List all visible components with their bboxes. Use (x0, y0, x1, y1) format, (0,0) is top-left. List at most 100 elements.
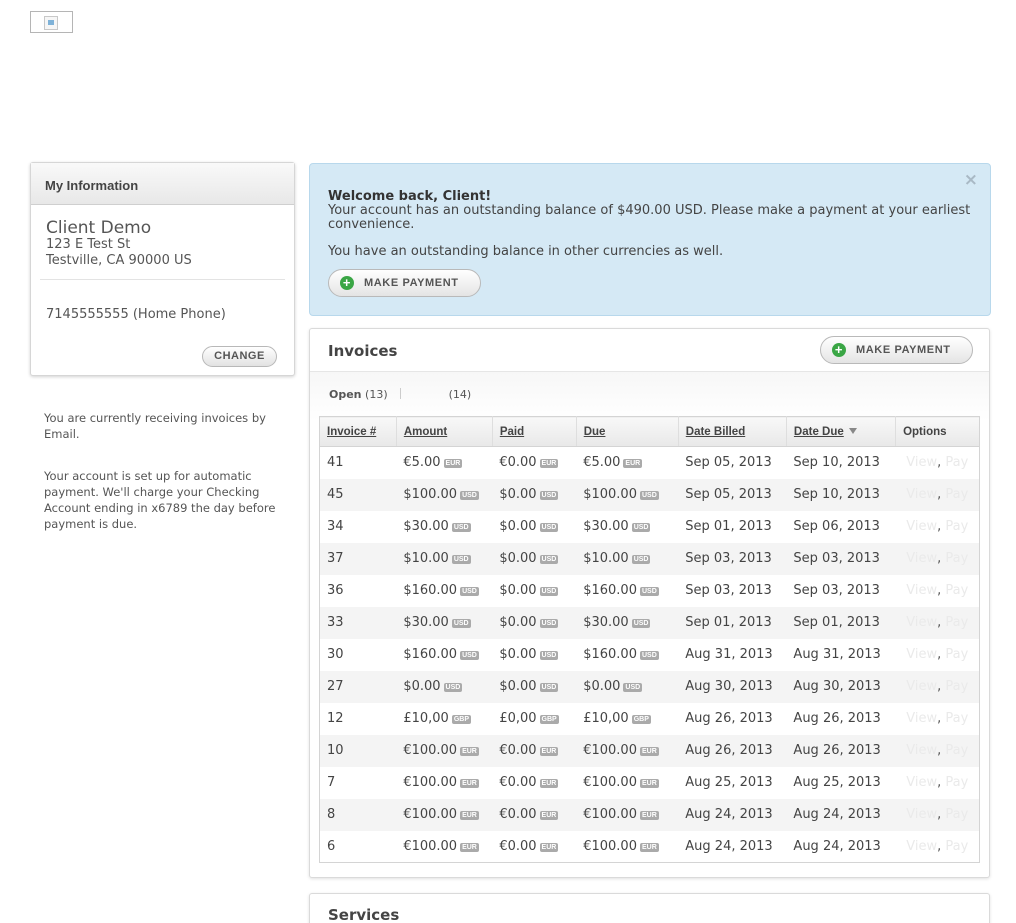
currency-badge: USD (539, 555, 559, 564)
view-link[interactable]: View (906, 615, 937, 630)
pay-link[interactable]: Pay (945, 455, 968, 470)
change-button[interactable]: CHANGE (202, 346, 277, 367)
logo-image[interactable] (30, 11, 73, 33)
invoices-title: Invoices (328, 342, 398, 360)
invoice-paid: $0.00 USD (499, 583, 559, 598)
col-due[interactable]: Due (576, 416, 679, 447)
invoice-method-note: You are currently receiving invoices by … (44, 411, 266, 441)
invoice-due: $160.00 USD (583, 647, 659, 662)
make-payment-label: MAKE PAYMENT (856, 344, 951, 356)
pay-link[interactable]: Pay (945, 775, 968, 790)
invoice-paid: €0.00 EUR (499, 838, 559, 854)
alert-title: Welcome back, Client! (328, 189, 492, 204)
currency-badge: USD (539, 683, 559, 692)
col-invoice-number[interactable]: Invoice # (319, 416, 397, 447)
table-row[interactable]: 12 £10,00 GBP £0,00 GBP £10,00 GBP Aug 26, 2013… (320, 703, 980, 735)
invoice-due: $30.00 USD (583, 519, 651, 534)
currency-badge: EUR (639, 811, 659, 820)
col-amount[interactable]: Amount (396, 416, 493, 447)
tab-open[interactable]: Open (13) (329, 388, 388, 401)
pay-link[interactable]: Pay (945, 679, 968, 694)
pay-link[interactable]: Pay (945, 839, 968, 854)
table-row[interactable]: 6 €100.00 EUR €0.00 EUR €100.00 EUR Aug 24, 201… (320, 831, 980, 863)
view-link[interactable]: View (906, 647, 937, 662)
col-date-due[interactable]: Date Due (786, 416, 897, 447)
invoice-number: 27 (319, 670, 397, 703)
invoice-number: 36 (327, 583, 344, 598)
table-row[interactable]: 7 €100.00 EUR €0.00 EUR €100.00 EUR Aug 25, 201… (320, 767, 980, 799)
make-payment-button[interactable]: + MAKE PAYMENT (328, 269, 481, 297)
invoice-amount: $160.00 USD (403, 647, 479, 662)
tab-closed[interactable]: (14) (411, 388, 472, 401)
invoice-due: €100.00 EUR (576, 734, 679, 767)
currency-badge: EUR (623, 459, 643, 469)
table-row[interactable]: 37 $10.00 USD $0.00 USD $10.00 USD Sep 03, 2013… (319, 542, 980, 575)
pay-link[interactable]: Pay (945, 615, 968, 630)
table-row[interactable]: 33 $30.00 USD $0.00 USD $30.00 USD Sep 01, 2013… (319, 606, 980, 639)
invoice-amount: $30.00 USD (396, 606, 493, 639)
invoice-options: View, Pay (906, 838, 969, 854)
invoice-paid: $0.00 USD (499, 647, 559, 662)
view-link[interactable]: View (906, 519, 937, 534)
invoices-make-payment-button[interactable]: + MAKE PAYMENT (820, 336, 973, 364)
col-date-billed[interactable]: Date Billed (678, 416, 787, 447)
client-phone: 7145555555 (Home Phone) (46, 307, 226, 322)
currency-badge: USD (451, 619, 471, 628)
invoice-date-due: Sep 10, 2013 (793, 455, 880, 471)
pay-link[interactable]: Pay (945, 647, 968, 662)
invoice-amount: €100.00 EUR (403, 775, 479, 790)
close-icon[interactable]: × (964, 170, 978, 190)
table-row[interactable]: 30 $160.00 USD $0.00 USD $160.00 USD Aug 31, 20… (320, 639, 980, 671)
table-row[interactable]: 41 €5.00 EUR €0.00 EUR €5.00 EUR Sep 05, 2013 Se… (320, 447, 980, 479)
table-row[interactable]: 10 €100.00 EUR €0.00 EUR €100.00 EUR Aug 26, 20… (319, 734, 980, 767)
invoice-options: View, Pay (895, 734, 980, 767)
invoice-number: 10 (319, 734, 397, 767)
invoice-number: 34 (327, 519, 344, 534)
currency-badge: EUR (443, 459, 463, 469)
currency-badge: EUR (460, 811, 479, 820)
view-link[interactable]: View (906, 455, 937, 470)
address-line-2: Testville, CA 90000 US (46, 253, 192, 268)
table-row[interactable]: 34 $30.00 USD $0.00 USD $30.00 USD Sep 01, 2013… (320, 511, 980, 543)
view-link[interactable]: View (906, 711, 937, 726)
table-row[interactable]: 45 $100.00 USD $0.00 USD $100.00 USD Sep 05, 20… (319, 478, 980, 511)
view-link[interactable]: View (906, 839, 937, 854)
pay-link[interactable]: Pay (945, 487, 968, 502)
col-options: Options (895, 416, 980, 447)
currency-badge: USD (460, 651, 479, 660)
pay-link[interactable]: Pay (945, 807, 968, 822)
invoice-due: $30.00 USD (576, 606, 679, 639)
col-paid[interactable]: Paid (492, 416, 577, 447)
invoice-paid: $0.00 USD (492, 606, 577, 639)
pay-link[interactable]: Pay (945, 519, 968, 534)
invoice-due: €5.00 EUR (583, 455, 643, 471)
invoice-date-billed: Sep 03, 2013 (685, 583, 772, 598)
table-row[interactable]: 36 $160.00 USD $0.00 USD $160.00 USD Sep 03, 20… (320, 575, 980, 607)
view-link[interactable]: View (906, 775, 937, 790)
view-link[interactable]: View (906, 583, 937, 598)
plus-circle-icon: + (832, 343, 846, 357)
invoice-paid: €0.00 EUR (492, 798, 577, 831)
invoice-amount: $30.00 USD (403, 519, 471, 534)
table-row[interactable]: 27 $0.00 USD $0.00 USD $0.00 USD Aug 30, 2013 Au… (319, 670, 980, 703)
view-link[interactable]: View (906, 551, 937, 566)
currency-badge: EUR (539, 811, 559, 820)
pay-link[interactable]: Pay (945, 743, 968, 758)
view-link[interactable]: View (906, 807, 937, 822)
currency-badge: EUR (539, 747, 559, 756)
invoice-due: €100.00 EUR (576, 798, 679, 831)
invoice-date-due: Aug 30, 2013 (786, 670, 896, 703)
invoice-due: $10.00 USD (576, 542, 679, 575)
pay-link[interactable]: Pay (945, 711, 968, 726)
view-link[interactable]: View (906, 487, 937, 502)
pay-link[interactable]: Pay (945, 583, 968, 598)
table-row[interactable]: 8 €100.00 EUR €0.00 EUR €100.00 EUR Aug 24, 201… (319, 798, 980, 831)
autopay-note: Your account is set up for automatic pay… (44, 469, 276, 531)
view-link[interactable]: View (906, 743, 937, 758)
view-link[interactable]: View (906, 679, 937, 694)
invoice-due: €100.00 EUR (583, 838, 659, 854)
invoice-amount: $100.00 USD (396, 478, 493, 511)
invoice-options: View, Pay (906, 647, 969, 662)
pay-link[interactable]: Pay (945, 551, 968, 566)
invoice-date-billed: Sep 05, 2013 (685, 455, 772, 471)
